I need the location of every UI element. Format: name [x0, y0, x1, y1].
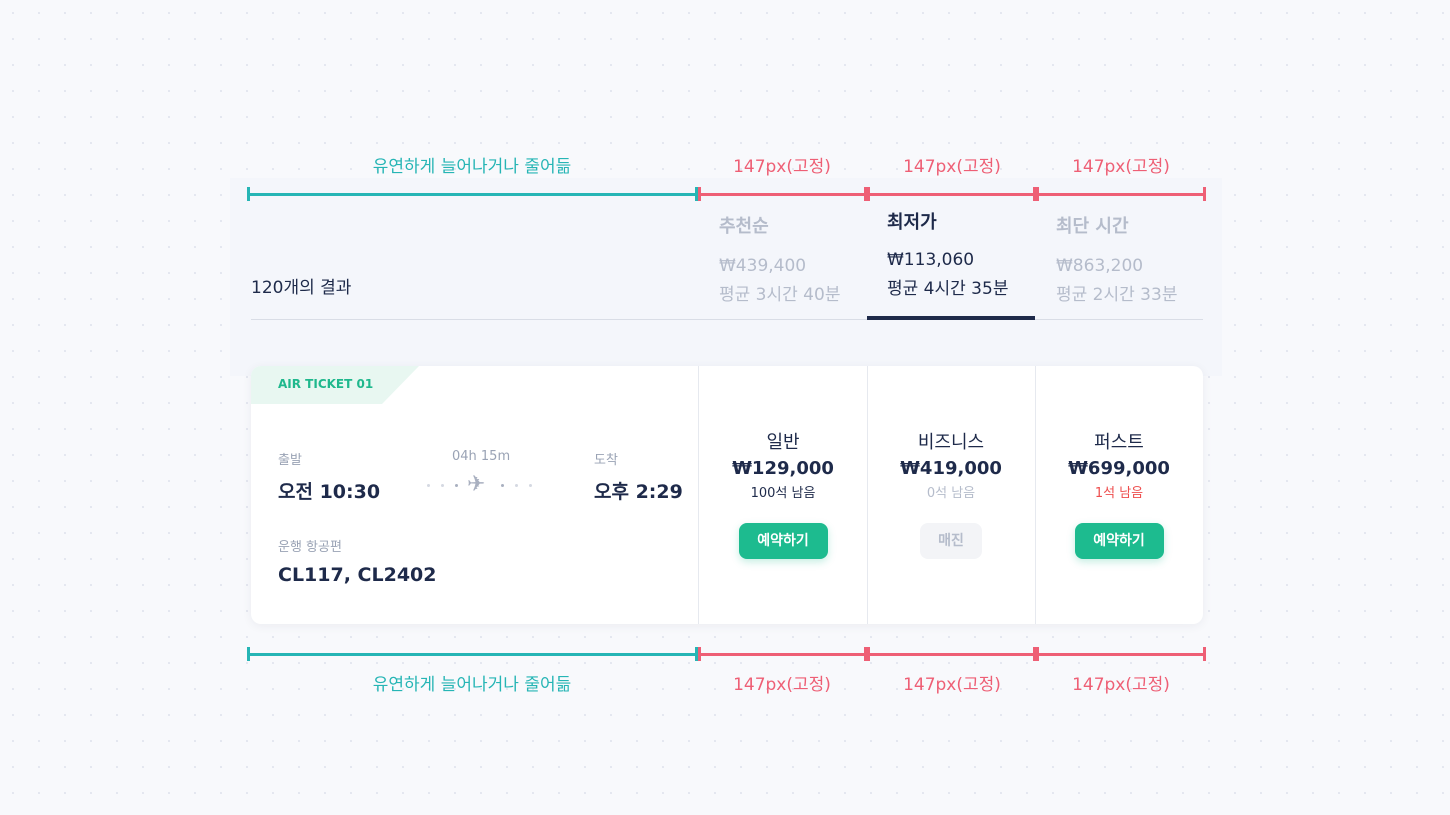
fixed-width-ruler-bottom-1 [698, 647, 867, 661]
departure-label: 출발 [278, 453, 302, 468]
flights-label: 운행 항공편 [278, 540, 342, 555]
seats-left: 1석 남음 [1094, 486, 1144, 501]
flight-duration: 04h 15m [452, 449, 511, 464]
fare-price: ₩419,000 [900, 458, 1002, 479]
fixed-width-annotation-top-2: 147px(고정) [903, 157, 1001, 177]
tab-price: ₩863,200 [1056, 256, 1144, 276]
seats-left: 0석 남음 [926, 486, 976, 501]
fixed-width-ruler-top-1 [698, 187, 867, 201]
seats-left: 100석 남음 [750, 486, 816, 501]
tab-average-duration: 평균 2시간 33분 [1056, 285, 1178, 305]
departure-time: 오전 10:30 [278, 481, 381, 503]
flex-width-annotation-bottom: 유연하게 늘어나거나 줄어듦 [372, 675, 572, 695]
ticket-tag: AIR TICKET 01 [251, 366, 419, 404]
fare-price: ₩129,000 [732, 458, 834, 479]
fixed-width-annotation-top-3: 147px(고정) [1072, 157, 1170, 177]
fare-class: 퍼스트 [1094, 432, 1144, 453]
fixed-width-annotation-top-1: 147px(고정) [733, 157, 831, 177]
book-economy-button[interactable]: 예약하기 [738, 523, 828, 559]
fare-first: 퍼스트 ₩699,000 1석 남음 예약하기 [1035, 428, 1203, 559]
tab-price: ₩113,060 [887, 250, 975, 270]
fare-class: 비즈니스 [917, 432, 985, 453]
tab-price: ₩439,400 [719, 256, 807, 276]
fare-price: ₩699,000 [1068, 458, 1170, 479]
fare-class: 일반 [766, 432, 800, 453]
fixed-width-ruler-bottom-2 [867, 647, 1036, 661]
fixed-width-annotation-bottom-2: 147px(고정) [903, 675, 1001, 695]
sold-out-button: 매진 [920, 523, 982, 559]
fixed-width-annotation-bottom-1: 147px(고정) [733, 675, 831, 695]
active-tab-indicator [867, 316, 1035, 320]
fare-economy: 일반 ₩129,000 100석 남음 예약하기 [699, 428, 867, 559]
tab-average-duration: 평균 3시간 40분 [719, 285, 841, 305]
flex-width-ruler-top [247, 187, 698, 201]
tabs-divider [251, 319, 1203, 320]
flight-numbers: CL117, CL2402 [278, 564, 437, 586]
flex-width-annotation-top: 유연하게 늘어나거나 줄어듦 [372, 157, 572, 177]
fixed-width-annotation-bottom-3: 147px(고정) [1072, 675, 1170, 695]
tab-name: 최저가 [887, 212, 937, 233]
fixed-width-ruler-top-2 [867, 187, 1036, 201]
airplane-icon: ✈ [467, 472, 486, 497]
tab-shortest-time[interactable]: 최단 시간 ₩863,200 평균 2시간 33분 [1056, 208, 1203, 305]
tab-name: 추천순 [719, 216, 769, 237]
arrival-time: 오후 2:29 [594, 481, 683, 503]
book-first-button[interactable]: 예약하기 [1074, 523, 1164, 559]
ticket-tag-label: AIR TICKET 01 [278, 377, 374, 391]
tab-recommended[interactable]: 추천순 ₩439,400 평균 3시간 40분 [719, 208, 866, 305]
result-count: 120개의 결과 [251, 278, 352, 298]
arrival-label: 도착 [594, 453, 618, 468]
fixed-width-ruler-top-3 [1036, 187, 1206, 201]
fare-business: 비즈니스 ₩419,000 0석 남음 매진 [867, 428, 1035, 559]
tab-lowest-price[interactable]: 최저가 ₩113,060 평균 4시간 35분 [887, 208, 1034, 299]
fixed-width-ruler-bottom-3 [1036, 647, 1206, 661]
tab-name: 최단 시간 [1056, 216, 1129, 237]
tab-average-duration: 평균 4시간 35분 [887, 279, 1009, 299]
flex-width-ruler-bottom [247, 647, 698, 661]
